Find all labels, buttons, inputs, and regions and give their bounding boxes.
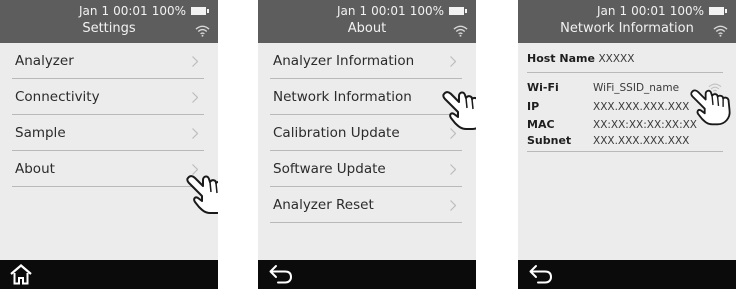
status-line: Jan 1 00:01 100%	[336, 4, 467, 18]
wifi-icon	[195, 25, 210, 37]
subnet-value: XXX.XXX.XXX.XXX	[593, 135, 690, 147]
pointing-hand-icon	[186, 175, 218, 214]
divider	[527, 151, 723, 152]
status-time: 00:01	[631, 4, 666, 18]
host-name-row: Host Name XXXXX	[527, 52, 634, 66]
host-name-label: Host Name	[527, 52, 595, 65]
chevron-right-icon	[450, 164, 456, 175]
menu-item-label: Connectivity	[15, 89, 100, 105]
wifi-label: Wi-Fi	[527, 81, 559, 94]
chevron-right-icon	[192, 56, 198, 67]
status-line: Jan 1 00:01 100%	[78, 4, 209, 18]
chevron-right-icon	[450, 200, 456, 211]
status-line: Jan 1 00:01 100%	[596, 4, 727, 18]
status-battery-text: 100%	[409, 4, 444, 18]
menu-item-sample[interactable]: Sample	[0, 115, 218, 151]
menu-item-label: Network Information	[273, 89, 412, 105]
home-icon[interactable]	[10, 264, 32, 285]
menu-item-label: Analyzer Information	[273, 53, 415, 69]
subnet-label: Subnet	[527, 134, 572, 147]
host-name-value: XXXXX	[598, 53, 635, 65]
back-arrow-icon[interactable]	[268, 264, 294, 284]
bottom-bar	[0, 260, 218, 289]
ip-value: XXX.XXX.XXX.XXX	[593, 101, 690, 113]
screen-title: Network Information	[560, 21, 694, 36]
ip-label: IP	[527, 100, 540, 113]
screen-title: About	[347, 21, 387, 36]
menu-item-label: About	[15, 161, 55, 177]
menu-item-label: Sample	[15, 125, 66, 141]
pointing-hand-icon	[690, 89, 731, 126]
menu-item-label: Analyzer	[15, 53, 74, 69]
status-date: Jan	[596, 4, 616, 18]
status-date: Jan	[78, 4, 98, 18]
menu-item-label: Analyzer Reset	[273, 197, 374, 213]
about-screen: Jan 1 00:01 100% About Analyzer Informat…	[258, 0, 476, 289]
wifi-value: WiFi_SSID_name	[593, 82, 680, 94]
menu-item-analyzer[interactable]: Analyzer	[0, 43, 218, 79]
back-arrow-icon[interactable]	[528, 264, 554, 284]
status-battery-text: 100%	[669, 4, 704, 18]
status-time: 00:01	[371, 4, 406, 18]
menu-item-connectivity[interactable]: Connectivity	[0, 79, 218, 115]
network-information-screen: Jan 1 00:01 100% Network Information Hos…	[518, 0, 736, 289]
menu-item-label: Calibration Update	[273, 125, 400, 141]
status-bar: Jan 1 00:01 100% About	[258, 0, 476, 43]
divider	[527, 72, 723, 73]
menu-item-label: Software Update	[273, 161, 386, 177]
status-bar: Jan 1 00:01 100% Network Information	[518, 0, 736, 43]
battery-icon	[191, 7, 209, 15]
status-day: 1	[619, 4, 628, 18]
pointing-hand-icon	[442, 91, 476, 130]
status-date: Jan	[336, 4, 356, 18]
menu-item-analyzer-reset[interactable]: Analyzer Reset	[258, 187, 476, 223]
battery-icon	[449, 7, 467, 15]
status-battery-text: 100%	[151, 4, 186, 18]
status-bar: Jan 1 00:01 100% Settings	[0, 0, 218, 43]
status-day: 1	[359, 4, 368, 18]
mac-value: XX:XX:XX:XX:XX:XX	[593, 119, 698, 131]
chevron-right-icon	[192, 92, 198, 103]
bottom-bar	[518, 260, 736, 289]
screen-title: Settings	[82, 21, 136, 36]
battery-icon	[709, 7, 727, 15]
status-day: 1	[101, 4, 110, 18]
mac-label: MAC	[527, 118, 555, 131]
wifi-icon	[713, 25, 728, 37]
settings-screen: Jan 1 00:01 100% Settings Analyzer Conne…	[0, 0, 218, 289]
chevron-right-icon	[450, 56, 456, 67]
status-time: 00:01	[113, 4, 148, 18]
menu-item-analyzer-information[interactable]: Analyzer Information	[258, 43, 476, 79]
chevron-right-icon	[192, 128, 198, 139]
menu-item-software-update[interactable]: Software Update	[258, 151, 476, 187]
bottom-bar	[258, 260, 476, 289]
wifi-icon	[453, 25, 468, 37]
